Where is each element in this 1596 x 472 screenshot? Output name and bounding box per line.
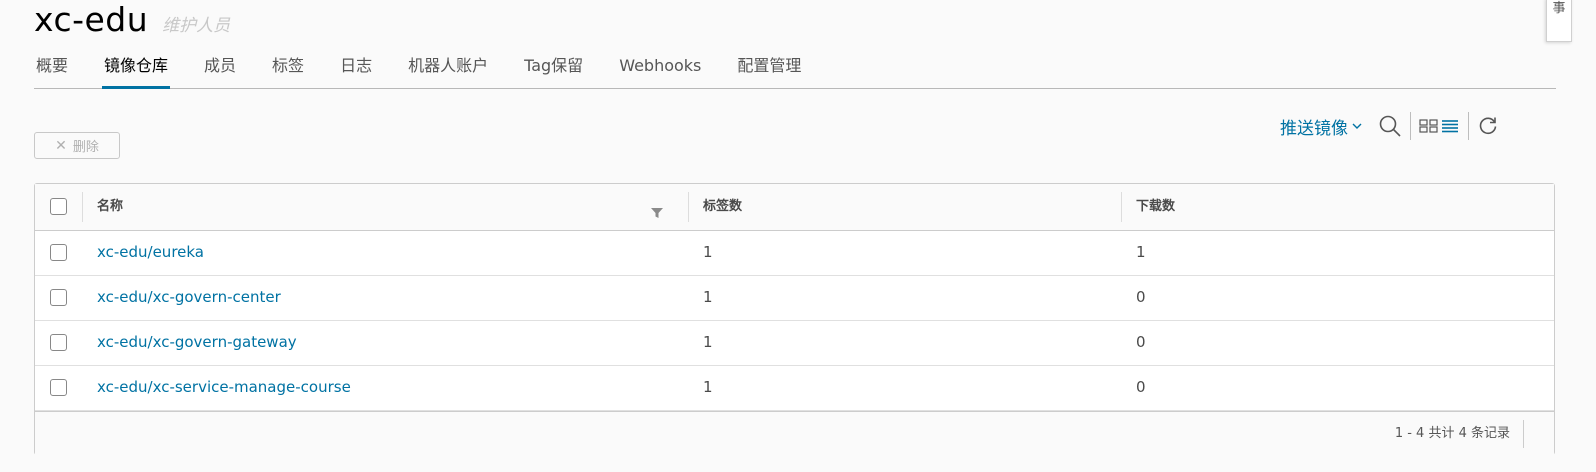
toolbar-divider-2 [1468, 112, 1469, 140]
push-image-button[interactable]: 推送镜像 [1280, 114, 1362, 139]
repository-table: 名称 标签数 下载数 xc-edu/eureka 1 1 xc-edu/xc-g… [34, 183, 1555, 455]
pull-count: 0 [1136, 288, 1146, 306]
close-icon: ✕ [55, 137, 67, 154]
table-footer: 1 - 4 共计 4 条记录 [35, 411, 1554, 455]
column-header-tags[interactable]: 标签数 [703, 184, 742, 230]
push-image-label: 推送镜像 [1280, 118, 1348, 139]
table-row: xc-edu/eureka 1 1 [35, 230, 1554, 276]
tag-count: 1 [703, 243, 713, 261]
tag-count: 1 [703, 333, 713, 351]
delete-button[interactable]: ✕ 删除 [34, 132, 120, 159]
column-header-pulls[interactable]: 下载数 [1136, 184, 1175, 230]
column-header-name[interactable]: 名称 [97, 184, 123, 230]
tab-configuration[interactable]: 配置管理 [735, 52, 803, 87]
column-divider [1121, 192, 1122, 222]
page-header: xc-edu 维护人员 [34, 0, 230, 44]
pull-count: 0 [1136, 378, 1146, 396]
repository-name-link[interactable]: xc-edu/eureka [97, 230, 204, 275]
repository-toolbar: 推送镜像 [1280, 110, 1498, 142]
side-panel-tab-label: 事 [1552, 1, 1566, 16]
delete-button-label: 删除 [72, 140, 99, 155]
row-checkbox[interactable] [50, 289, 67, 306]
pull-count: 0 [1136, 333, 1146, 351]
pull-count: 1 [1136, 243, 1146, 261]
tab-robot-accounts[interactable]: 机器人账户 [406, 52, 490, 87]
side-panel-tab[interactable]: 事 [1546, 0, 1572, 42]
project-role: 维护人员 [162, 16, 231, 36]
tab-labels[interactable]: 标签 [270, 52, 306, 87]
filter-icon[interactable] [651, 203, 663, 222]
list-view-icon[interactable] [1441, 118, 1459, 134]
row-checkbox[interactable] [50, 379, 67, 396]
repository-name-link[interactable]: xc-edu/xc-govern-center [97, 275, 281, 320]
repository-name-link[interactable]: xc-edu/xc-service-manage-course [97, 365, 351, 410]
tab-tag-retention[interactable]: Tag保留 [522, 52, 585, 87]
row-checkbox[interactable] [50, 334, 67, 351]
tag-count: 1 [703, 288, 713, 306]
tab-summary[interactable]: 概要 [34, 52, 70, 87]
select-all-checkbox[interactable] [50, 198, 67, 215]
tab-repositories[interactable]: 镜像仓库 [102, 52, 171, 89]
tab-webhooks[interactable]: Webhooks [617, 52, 703, 87]
footer-divider [1523, 420, 1524, 448]
table-header: 名称 标签数 下载数 [35, 184, 1554, 231]
search-icon[interactable] [1378, 114, 1402, 138]
pagination-summary: 1 - 4 共计 4 条记录 [1394, 426, 1510, 441]
repository-name-link[interactable]: xc-edu/xc-govern-gateway [97, 320, 297, 365]
toolbar-divider [1410, 112, 1411, 140]
refresh-icon[interactable] [1478, 116, 1498, 136]
table-row: xc-edu/xc-service-manage-course 1 0 [35, 365, 1554, 411]
card-view-icon[interactable] [1419, 118, 1439, 134]
project-tabs: 概要 镜像仓库 成员 标签 日志 机器人账户 Tag保留 Webhooks 配置… [34, 52, 1556, 89]
chevron-down-icon [1352, 120, 1362, 133]
project-title: xc-edu [34, 0, 149, 39]
column-divider [82, 192, 83, 222]
row-checkbox[interactable] [50, 244, 67, 261]
tab-members[interactable]: 成员 [202, 52, 238, 87]
column-divider [688, 192, 689, 222]
table-row: xc-edu/xc-govern-center 1 0 [35, 275, 1554, 321]
table-row: xc-edu/xc-govern-gateway 1 0 [35, 320, 1554, 366]
tag-count: 1 [703, 378, 713, 396]
tab-logs[interactable]: 日志 [338, 52, 374, 87]
